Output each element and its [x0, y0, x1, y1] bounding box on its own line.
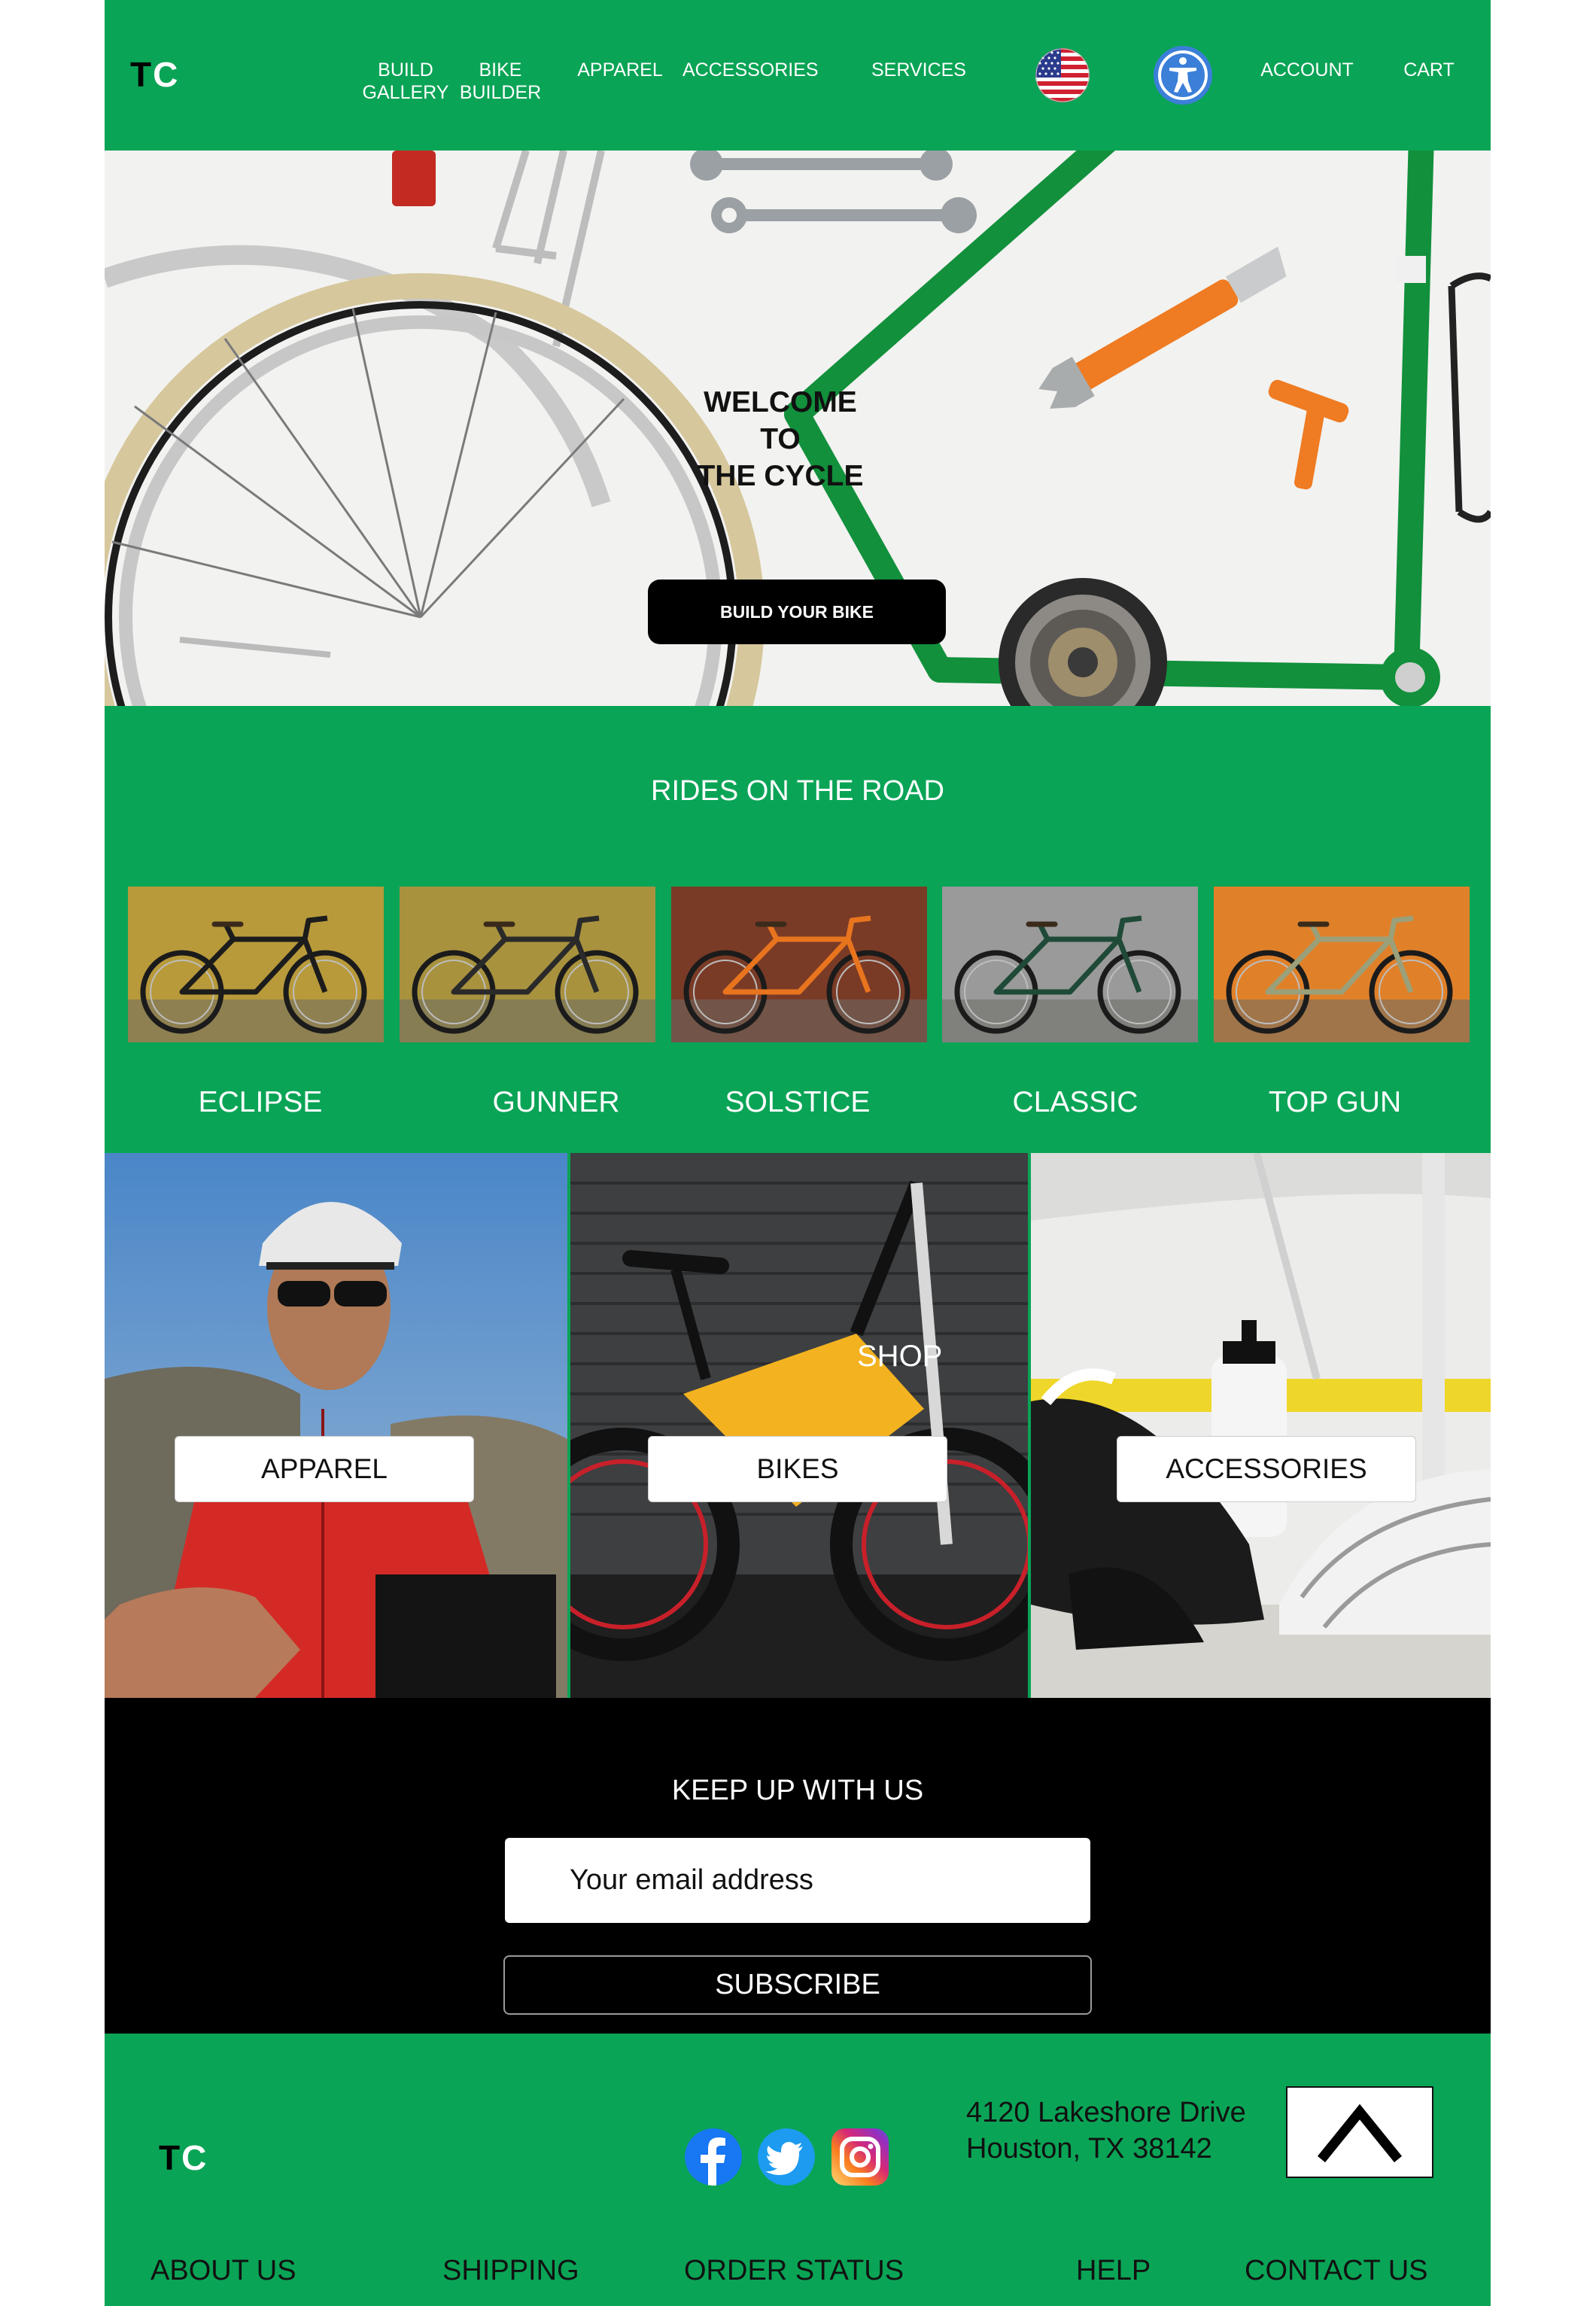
footer-link-order-status[interactable]: ORDER STATUS [684, 2255, 904, 2287]
address-line-1: 4120 Lakeshore Drive [966, 2097, 1246, 2128]
chevron-up-icon [1317, 2104, 1403, 2163]
nav-cart[interactable]: CART [1391, 59, 1467, 81]
nav-accessories[interactable]: ACCESSORIES [682, 59, 819, 81]
accessibility-icon[interactable] [1153, 45, 1213, 105]
site-header: TC BUILD GALLERY BIKE BUILDER APPAREL AC… [105, 0, 1491, 151]
ride-label-gunner[interactable]: GUNNER [428, 1086, 684, 1119]
shop-panel-bikes [570, 1153, 1028, 1698]
footer-logo[interactable]: TC [159, 2137, 208, 2178]
ride-thumb-gunner[interactable] [400, 887, 655, 1042]
newsletter-title: KEEP UP WITH US [671, 1775, 924, 1806]
nav-services[interactable]: SERVICES [866, 59, 971, 81]
hero-banner: WELCOME TO THE CYCLE BUILD YOUR BIKE [105, 151, 1491, 706]
logo-letter-c: C [153, 55, 180, 94]
shop-bikes-button[interactable]: BIKES [648, 1436, 947, 1502]
ride-label-top-gun[interactable]: TOP GUN [1207, 1086, 1463, 1119]
hero-title: WELCOME TO THE CYCLE [697, 386, 864, 492]
address-line-2: Houston, TX 38142 [966, 2133, 1212, 2165]
back-to-top-button[interactable] [1286, 2086, 1433, 2178]
site-logo[interactable]: TC [130, 54, 179, 95]
shop-accessories-button[interactable]: ACCESSORIES [1117, 1436, 1416, 1502]
ride-label-solstice[interactable]: SOLSTICE [670, 1086, 926, 1119]
nav-account[interactable]: ACCOUNT [1254, 59, 1360, 81]
shop-apparel-button[interactable]: APPAREL [175, 1436, 474, 1502]
build-your-bike-button[interactable]: BUILD YOUR BIKE [648, 580, 946, 644]
ride-thumb-eclipse[interactable] [128, 887, 384, 1042]
us-flag-icon[interactable] [1035, 48, 1090, 102]
instagram-icon[interactable] [831, 2128, 889, 2186]
footer-link-about-us[interactable]: ABOUT US [150, 2255, 296, 2287]
footer-logo-letter-c: C [181, 2138, 208, 2177]
ride-thumb-solstice[interactable] [671, 887, 927, 1042]
twitter-icon[interactable] [758, 2128, 815, 2186]
nav-build-gallery[interactable]: BUILD GALLERY [349, 59, 462, 104]
footer-link-shipping[interactable]: SHIPPING [442, 2255, 579, 2287]
logo-letter-t: T [130, 55, 154, 94]
rides-section-title: RIDES ON THE ROAD [651, 775, 944, 807]
footer-logo-letter-t: T [159, 2138, 182, 2177]
email-input[interactable] [505, 1838, 1090, 1923]
footer-link-help[interactable]: HELP [1076, 2255, 1151, 2287]
shop-panel-accessories [1031, 1153, 1491, 1698]
nav-apparel[interactable]: APPAREL [571, 59, 669, 81]
ride-label-eclipse[interactable]: ECLIPSE [132, 1086, 388, 1119]
footer-link-contact-us[interactable]: CONTACT US [1245, 2255, 1428, 2287]
facebook-icon[interactable] [685, 2128, 742, 2186]
page: TC BUILD GALLERY BIKE BUILDER APPAREL AC… [105, 0, 1491, 2306]
subscribe-button[interactable]: SUBSCRIBE [503, 1955, 1092, 2015]
ride-thumb-classic[interactable] [942, 887, 1198, 1042]
ride-thumb-top-gun[interactable] [1214, 887, 1470, 1042]
nav-bike-builder[interactable]: BIKE BUILDER [455, 59, 546, 104]
ride-label-classic[interactable]: CLASSIC [947, 1086, 1203, 1119]
shop-label: SHOP [857, 1340, 943, 1373]
shop-panel-apparel [105, 1153, 567, 1698]
